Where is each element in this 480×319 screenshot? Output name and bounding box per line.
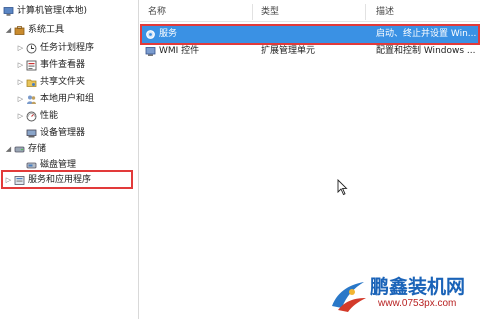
- tree-item-label: 共享文件夹: [40, 77, 86, 87]
- tree-item-task-scheduler[interactable]: ▷ 任务计划程序: [16, 40, 94, 56]
- list-row-wmi[interactable]: WMI 控件 扩展管理单元 配置和控制 Windows ...: [142, 43, 478, 60]
- cell-name: WMI 控件: [159, 46, 200, 56]
- tree-item-shared-folders[interactable]: ▷ 共享文件夹: [16, 74, 85, 90]
- cell-description: 配置和控制 Windows ...: [376, 46, 476, 56]
- tree-item-local-users[interactable]: ▷ 本地用户和组: [16, 91, 94, 107]
- watermark-url: www.0753px.com: [378, 298, 457, 309]
- tree-item-label: 存储: [28, 144, 47, 154]
- services-apps-icon: [14, 175, 25, 186]
- column-header-name[interactable]: 名称: [148, 5, 166, 19]
- tree-item-label: 服务和应用程序: [28, 175, 92, 185]
- watermark-brand: 鹏鑫装机网: [370, 277, 466, 298]
- cell-name: 服务: [159, 29, 178, 39]
- storage-icon: [14, 144, 25, 155]
- services-gear-icon: [145, 29, 156, 40]
- collapse-arrow-icon[interactable]: ▷: [16, 57, 25, 73]
- site-watermark: 鹏鑫装机网 www.0753px.com: [328, 270, 478, 318]
- tree-item-label: 磁盘管理: [40, 160, 77, 170]
- mouse-pointer-icon: [337, 179, 348, 196]
- tree-item-storage[interactable]: ◢ 存储: [4, 141, 46, 157]
- users-icon: [26, 94, 37, 105]
- tree-item-event-viewer[interactable]: ▷ 事件查看器: [16, 57, 85, 73]
- watermark-logo-icon: [332, 282, 366, 312]
- tree-item-label: 任务计划程序: [40, 43, 95, 53]
- tree-item-performance[interactable]: ▷ 性能: [16, 108, 58, 124]
- tree-item-label: 事件查看器: [40, 60, 86, 70]
- performance-icon: [26, 111, 37, 122]
- column-header-type[interactable]: 类型: [261, 5, 279, 19]
- collapse-arrow-icon[interactable]: ▷: [16, 74, 25, 90]
- tree-item-system-tools[interactable]: ◢ 系统工具: [4, 22, 64, 38]
- column-divider[interactable]: [365, 4, 366, 20]
- expand-arrow-icon[interactable]: ◢: [4, 141, 13, 157]
- shared-folder-icon: [26, 77, 37, 88]
- disk-management-icon: [26, 160, 37, 171]
- column-header-bar: 名称 类型 描述: [140, 0, 480, 22]
- tree-item-root[interactable]: 计算机管理(本地): [2, 3, 87, 19]
- column-divider[interactable]: [252, 4, 253, 20]
- expand-arrow-icon[interactable]: ◢: [4, 22, 13, 38]
- computer-management-icon: [3, 6, 14, 17]
- tree-item-label: 性能: [40, 111, 59, 121]
- list-row-services[interactable]: 服务 启动、终止并设置 Win...: [142, 26, 478, 43]
- navigation-tree: 计算机管理(本地) ◢ 系统工具 ▷ 任务计划程序 ▷ 事件查看器 ▷ 共享文件…: [0, 0, 139, 319]
- tree-item-services-apps[interactable]: ▷ 服务和应用程序: [4, 172, 91, 188]
- tree-item-label: 系统工具: [28, 25, 65, 35]
- collapse-arrow-icon[interactable]: ▷: [4, 172, 13, 188]
- wmi-control-icon: [145, 46, 156, 57]
- clock-icon: [26, 43, 37, 54]
- tree-item-label: 设备管理器: [40, 128, 86, 138]
- cell-description: 启动、终止并设置 Win...: [376, 29, 476, 39]
- collapse-arrow-icon[interactable]: ▷: [16, 40, 25, 56]
- tree-item-device-manager[interactable]: 设备管理器: [25, 125, 85, 141]
- column-header-description[interactable]: 描述: [376, 5, 394, 19]
- device-manager-icon: [26, 128, 37, 139]
- collapse-arrow-icon[interactable]: ▷: [16, 91, 25, 107]
- cell-type: 扩展管理单元: [261, 46, 316, 56]
- tree-item-label: 本地用户和组: [40, 94, 95, 104]
- tree-item-label: 计算机管理(本地): [17, 6, 88, 16]
- event-viewer-icon: [26, 60, 37, 71]
- collapse-arrow-icon[interactable]: ▷: [16, 108, 25, 124]
- tree-item-disk-management[interactable]: 磁盘管理: [25, 157, 76, 173]
- toolbox-icon: [14, 25, 25, 36]
